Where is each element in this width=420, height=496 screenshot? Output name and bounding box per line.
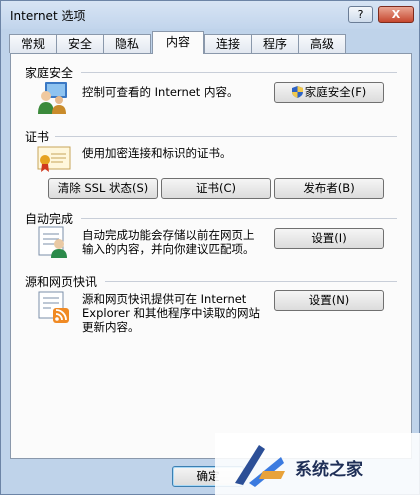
title-bar[interactable]: Internet 选项 ? X bbox=[1, 1, 419, 29]
family-safety-button[interactable]: 家庭安全(F) bbox=[274, 82, 384, 103]
tab-general[interactable]: 常规 bbox=[9, 34, 57, 53]
site-watermark: 系统之家 bbox=[215, 433, 420, 496]
help-button[interactable]: ? bbox=[348, 6, 373, 23]
family-safety-group-title: 家庭安全 bbox=[25, 66, 74, 80]
family-users-icon bbox=[38, 82, 67, 114]
clear-ssl-state-button[interactable]: 清除 SSL 状态(S) bbox=[48, 178, 158, 199]
family-safety-button-label: 家庭安全(F) bbox=[304, 85, 367, 99]
feeds-description-line-2: Explorer 和其他程序中读取的网站 bbox=[82, 306, 261, 320]
internet-options-dialog: Internet 选项 ? X 常规 安全 隐私 内容 连接 程序 高级 家庭安… bbox=[0, 0, 420, 496]
feeds-settings-button[interactable]: 设置(N) bbox=[274, 290, 384, 311]
certificates-description: 使用加密连接和标识的证书。 bbox=[82, 146, 232, 160]
certificates-divider bbox=[55, 136, 397, 137]
tab-advanced[interactable]: 高级 bbox=[298, 34, 346, 53]
certificates-group-title: 证书 bbox=[25, 130, 50, 144]
feeds-description-line-3: 更新内容。 bbox=[82, 320, 140, 334]
certificate-icon bbox=[37, 146, 71, 172]
watermark-text: 系统之家 bbox=[295, 460, 363, 480]
certificates-button[interactable]: 证书(C) bbox=[161, 178, 271, 199]
family-safety-divider bbox=[81, 72, 397, 73]
tab-content[interactable]: 内容 bbox=[152, 31, 204, 54]
tab-privacy[interactable]: 隐私 bbox=[103, 34, 151, 53]
family-safety-description: 控制可查看的 Internet 内容。 bbox=[82, 85, 239, 99]
feeds-group-title: 源和网页快讯 bbox=[25, 275, 98, 289]
content-tab-panel: 家庭安全 控制可查看的 Internet 内容。 家庭安全(F) 证书 使用加密… bbox=[10, 53, 412, 459]
autocomplete-settings-button[interactable]: 设置(I) bbox=[274, 228, 384, 249]
close-button[interactable]: X bbox=[378, 6, 414, 23]
rss-feed-icon bbox=[38, 291, 69, 323]
publishers-button[interactable]: 发布者(B) bbox=[274, 178, 384, 199]
tab-connections[interactable]: 连接 bbox=[204, 34, 252, 53]
feeds-description: 源和网页快讯提供可在 Internet Explorer 和其他程序中读取的网站… bbox=[82, 292, 260, 334]
autocomplete-description-line-2: 输入的内容，并向你建议匹配项。 bbox=[82, 242, 255, 256]
feeds-divider bbox=[105, 281, 397, 282]
tab-security[interactable]: 安全 bbox=[56, 34, 104, 53]
autocomplete-description-line-1: 自动完成功能会存储以前在网页上 bbox=[82, 228, 255, 242]
feeds-description-line-1: 源和网页快讯提供可在 Internet bbox=[82, 292, 247, 306]
tab-programs[interactable]: 程序 bbox=[251, 34, 299, 53]
watermark-logo-icon bbox=[235, 445, 285, 487]
window-title: Internet 选项 bbox=[10, 9, 86, 23]
uac-shield-icon bbox=[291, 86, 303, 98]
autocomplete-divider bbox=[81, 218, 397, 219]
autocomplete-description: 自动完成功能会存储以前在网页上 输入的内容，并向你建议匹配项。 bbox=[82, 228, 255, 256]
autocomplete-form-icon bbox=[38, 226, 67, 258]
